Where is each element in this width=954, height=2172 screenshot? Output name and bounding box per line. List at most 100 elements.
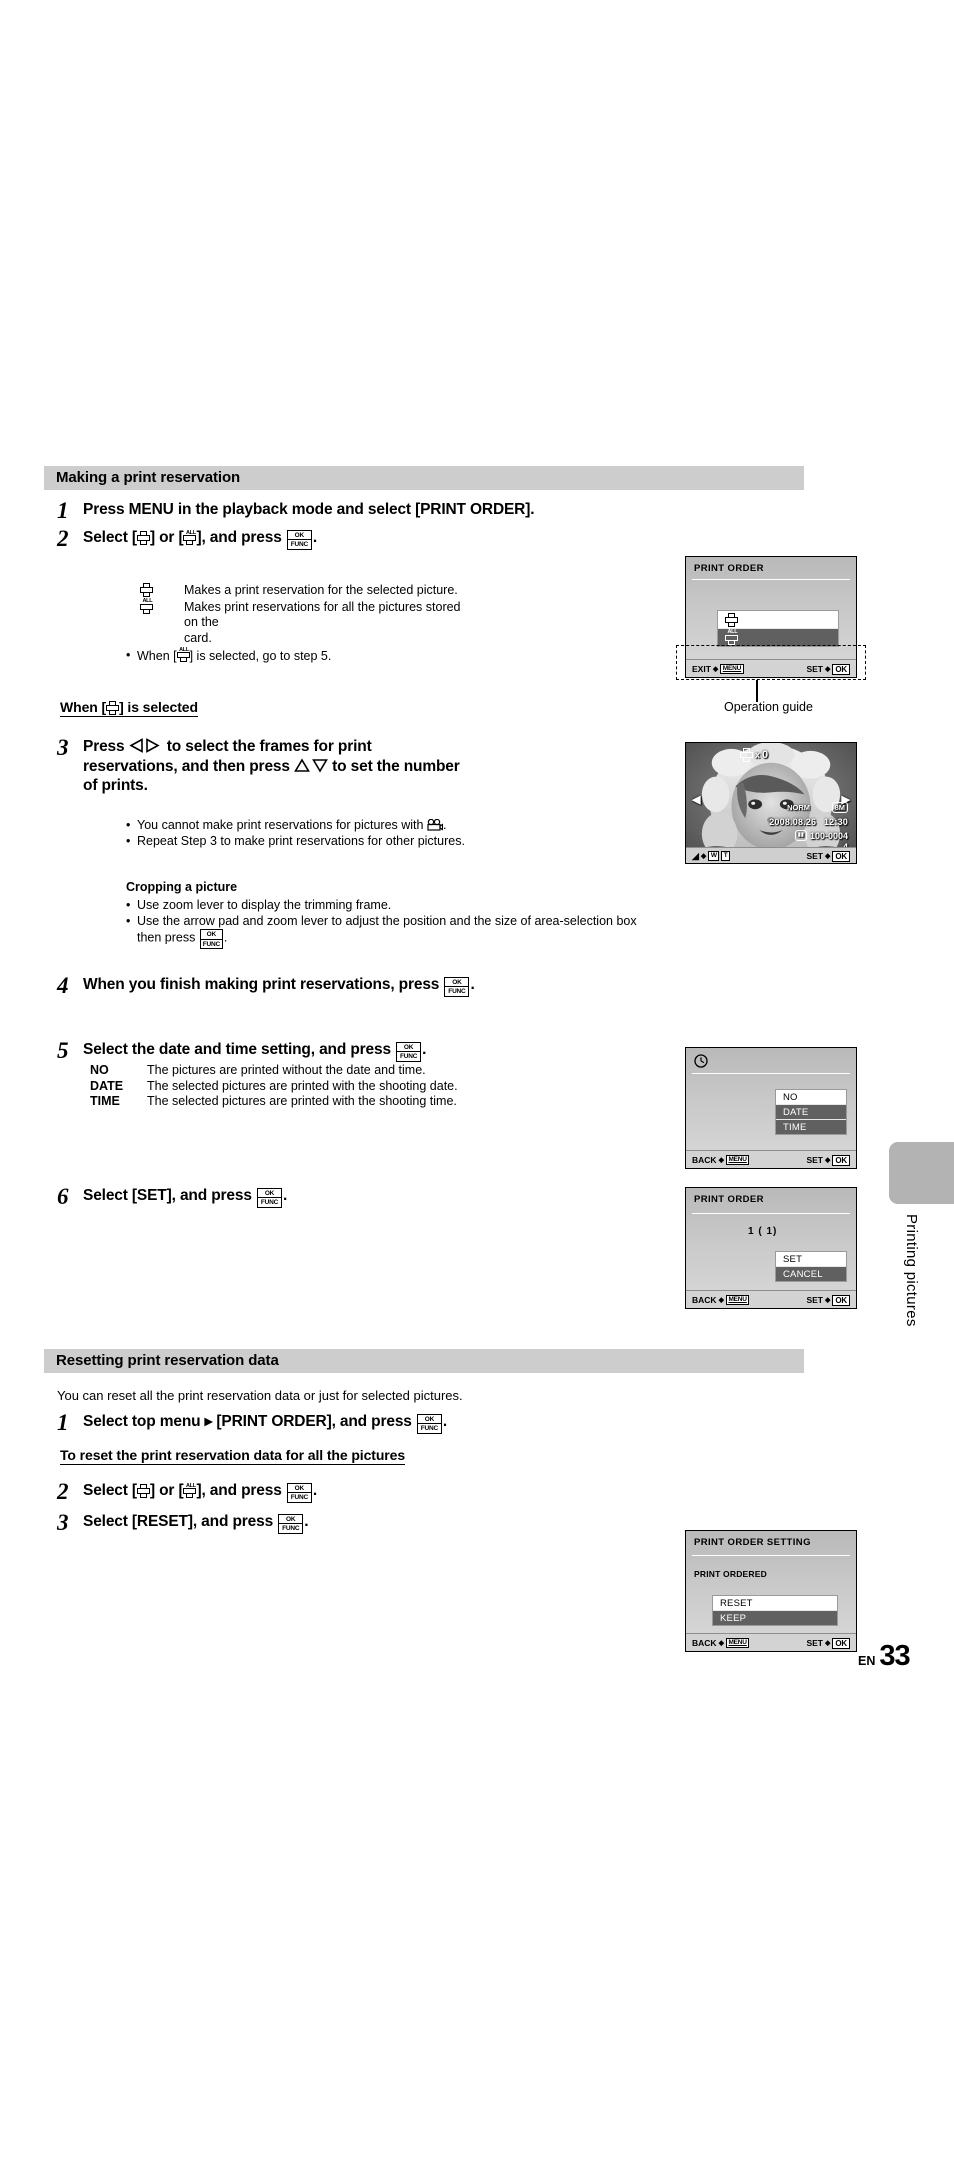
step-text-end: . — [283, 1187, 288, 1204]
note-post: . — [442, 818, 447, 832]
step-text-mid: [PRINT ORDER], and press — [212, 1413, 416, 1430]
set-label: SET — [806, 664, 823, 674]
subheading-reset-all-pictures: To reset the print reservation data for … — [60, 1447, 406, 1465]
menu-item-printer-all[interactable]: ALL — [718, 629, 838, 646]
option-term: NO — [90, 1063, 109, 1077]
step-text-pre: Select [ — [83, 1482, 137, 1499]
printer-all-icon: ALL — [183, 1483, 197, 1498]
print-count-value: 0 — [762, 749, 769, 761]
step-text: When you finish making print reservation… — [83, 975, 475, 997]
subheading-pre: When [ — [60, 699, 107, 715]
icon-definition-all: Makes print reservations for all the pic… — [184, 599, 461, 630]
resolution-badge: 8M — [831, 802, 848, 813]
step-text-end: . — [422, 1041, 427, 1058]
menu-key-icon: MENU — [720, 663, 744, 674]
preview-photo — [686, 743, 856, 863]
operation-bar-right: SET ◆ OK — [806, 1637, 850, 1649]
printer-all-icon: ALL — [183, 530, 197, 545]
step-number: 1 — [57, 498, 69, 523]
screen-subtitle: PRINT ORDERED — [694, 1569, 767, 1579]
list-item: • Use zoom lever to display the trimming… — [126, 898, 826, 914]
printer-all-icon: ALL — [140, 598, 153, 614]
step-number: 2 — [57, 1479, 69, 1504]
table-row: TIME The selected pictures are printed w… — [90, 1094, 650, 1110]
operation-bar-right: SET ◆ OK — [806, 850, 850, 862]
printer-icon — [136, 1484, 150, 1498]
menu-key-icon: MENU — [725, 1294, 750, 1305]
screen-date-time: NO DATE TIME BACK ◆ MENU SET ◆ OK — [685, 1047, 857, 1169]
option-term: DATE — [90, 1078, 124, 1093]
screen-menu-list: NO DATE TIME — [775, 1089, 847, 1135]
bullet-dot: • — [126, 833, 131, 848]
list-item: • You cannot make print reservations for… — [126, 818, 606, 834]
ok-func-key-icon: OK FUNC — [199, 929, 223, 949]
menu-item-keep[interactable]: KEEP — [713, 1611, 837, 1625]
menu-item-cancel[interactable]: CANCEL — [776, 1267, 846, 1281]
step-text-pre: Select the date and time setting, and pr… — [83, 1041, 396, 1058]
icon-definition-all-cont: card. — [184, 630, 212, 645]
menu-item-no[interactable]: NO — [776, 1090, 846, 1105]
operation-bar-left: BACK ◆ MENU — [692, 1294, 750, 1305]
menu-item-printer-single[interactable] — [718, 611, 838, 629]
list-item: • Repeat Step 3 to make print reservatio… — [126, 834, 606, 850]
menu-item-set[interactable]: SET — [776, 1252, 846, 1267]
option-description: The pictures are printed without the dat… — [147, 1063, 426, 1077]
option-description: The selected pictures are printed with t… — [147, 1078, 458, 1093]
step-3-notes: • You cannot make print reservations for… — [126, 818, 606, 849]
back-label: BACK — [692, 1294, 717, 1305]
ok-func-key-icon: OK FUNC — [444, 976, 470, 997]
language-code: EN — [858, 1654, 876, 1668]
ok-key-icon: OK — [832, 1294, 850, 1306]
step-number: 2 — [57, 526, 69, 551]
note-text: Repeat Step 3 to make print reservations… — [137, 833, 465, 848]
operation-bar-left: BACK ◆ MENU — [692, 1154, 750, 1165]
step-text-end: . — [304, 1513, 309, 1530]
screen-title-rule — [692, 579, 850, 580]
exit-label: EXIT — [692, 663, 711, 674]
screen-title: PRINT ORDER — [694, 563, 764, 574]
chapter-tab-label: Printing pictures — [903, 1214, 920, 1327]
menu-item-date[interactable]: DATE — [776, 1105, 846, 1120]
date-time-overlay: 2008.08.26 12:30 — [769, 817, 848, 827]
screen-menu-list: SET CANCEL — [775, 1251, 847, 1282]
chapter-tab — [889, 1142, 954, 1204]
printer-all-icon: ALL — [725, 629, 738, 645]
printer-icon — [725, 612, 738, 627]
menu-item-time[interactable]: TIME — [776, 1120, 846, 1134]
step-number: 5 — [57, 1038, 69, 1063]
diamond-icon: ◆ — [825, 666, 831, 673]
bullet-dot: • — [126, 818, 131, 832]
note-pre: When [ — [137, 649, 177, 663]
tele-key-icon: T — [721, 851, 731, 861]
step-text: Select top menu ▸ [PRINT ORDER], and pre… — [83, 1412, 447, 1434]
step-text-end: . — [312, 529, 318, 546]
step-text-l3: of prints. — [83, 777, 148, 794]
ok-key-icon: OK — [832, 1637, 850, 1649]
bullet-dot: • — [126, 648, 131, 662]
resetting-intro: You can reset all the print reservation … — [57, 1388, 463, 1403]
step-1-resetting: 1 Select top menu ▸ [PRINT ORDER], and p… — [57, 1411, 697, 1434]
multiply-sign: x — [755, 750, 761, 760]
back-label: BACK — [692, 1154, 717, 1165]
ok-func-key-icon: OK FUNC — [286, 1482, 312, 1503]
quality-label: NORM — [787, 803, 810, 812]
step-number: 4 — [57, 973, 69, 998]
step-text-end: . — [470, 976, 475, 993]
operation-bar-right: SET ◆ OK — [806, 663, 850, 675]
clock-icon — [694, 1054, 708, 1071]
section-heading-making: Making a print reservation — [44, 466, 804, 490]
step-text: Press to select the frames for print res… — [83, 737, 648, 796]
diamond-icon: ◆ — [825, 853, 831, 860]
order-count: 1 ( 1) — [748, 1226, 778, 1237]
step-text-mid: ] or [ — [149, 529, 184, 546]
step-text: Select the date and time setting, and pr… — [83, 1040, 426, 1062]
diamond-icon: ◆ — [825, 1640, 831, 1647]
menu-item-reset[interactable]: RESET — [713, 1596, 837, 1611]
screen-title-rule — [692, 1073, 850, 1074]
step-3-resetting: 3 Select [RESET], and press OK FUNC. — [57, 1511, 697, 1534]
printer-icon — [136, 531, 150, 545]
step-text-l2a: reservations, and then press — [83, 757, 295, 775]
step-text: Press MENU in the playback mode and sele… — [83, 501, 535, 518]
ok-key-icon: OK — [832, 850, 850, 862]
card-icon: ▮▮ — [794, 830, 807, 841]
